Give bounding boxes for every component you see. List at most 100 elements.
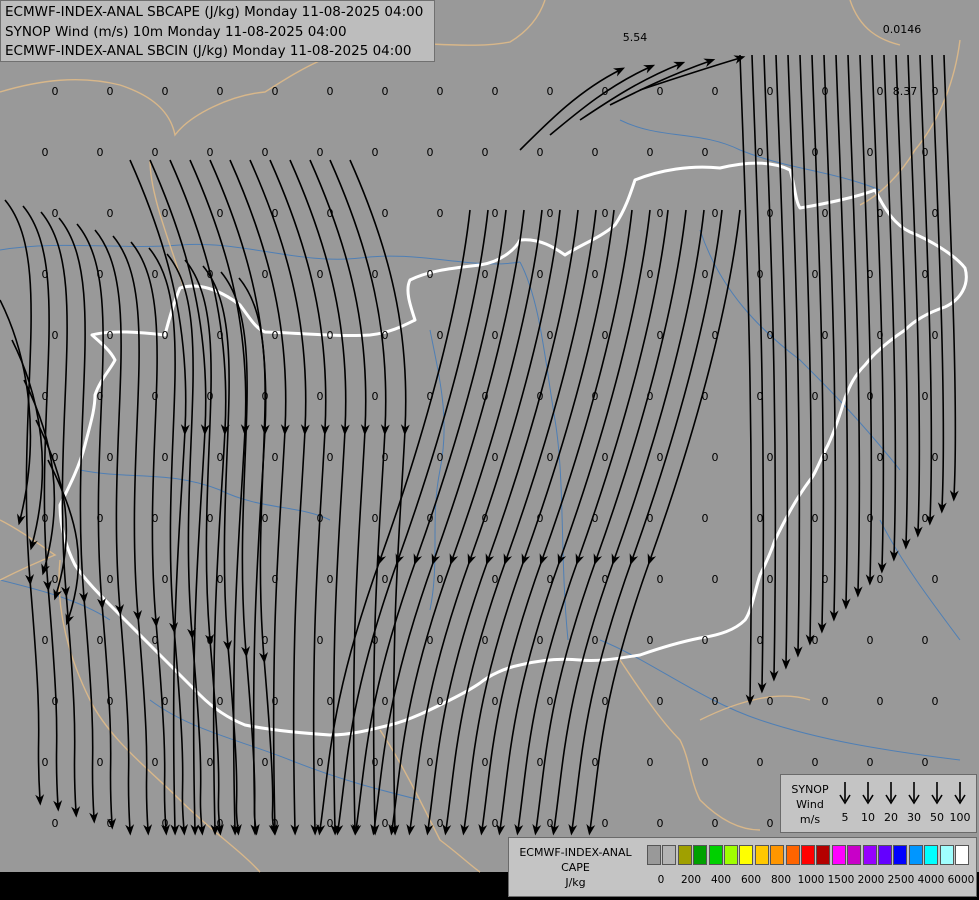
cin-value: 0 bbox=[272, 207, 279, 220]
cin-value: 0 bbox=[767, 695, 774, 708]
cape-swatch bbox=[724, 845, 738, 865]
cin-value: 0 bbox=[42, 634, 49, 647]
cin-value: 0 bbox=[602, 329, 609, 342]
cin-value: 0 bbox=[492, 85, 499, 98]
cape-tick: 4000 bbox=[917, 874, 945, 886]
cin-value: 0 bbox=[647, 390, 654, 403]
cin-value: 0 bbox=[107, 573, 114, 586]
cin-value: 0 bbox=[702, 390, 709, 403]
cin-value: 0 bbox=[922, 146, 929, 159]
cin-value: 0 bbox=[97, 390, 104, 403]
cin-value: 0 bbox=[712, 329, 719, 342]
cin-value: 0 bbox=[492, 817, 499, 830]
cin-value: 0 bbox=[217, 207, 224, 220]
cin-value: 0 bbox=[922, 512, 929, 525]
cin-value: 0 bbox=[427, 634, 434, 647]
cin-value: 0 bbox=[152, 268, 159, 281]
cin-value: 0 bbox=[702, 634, 709, 647]
cin-value: 0 bbox=[217, 451, 224, 464]
cin-value: 0 bbox=[712, 817, 719, 830]
cin-value: 0 bbox=[657, 85, 664, 98]
cin-value: 0 bbox=[437, 451, 444, 464]
cin-value: 0 bbox=[317, 756, 324, 769]
cin-value: 0 bbox=[592, 634, 599, 647]
cin-value: 0 bbox=[537, 146, 544, 159]
cin-value: 0 bbox=[877, 85, 884, 98]
cin-value: 0 bbox=[602, 451, 609, 464]
cin-value: 0 bbox=[812, 390, 819, 403]
cin-value: 0 bbox=[537, 268, 544, 281]
cin-value: 0 bbox=[767, 85, 774, 98]
cin-value: 0 bbox=[812, 146, 819, 159]
wind-legend-title-2: Wind bbox=[796, 798, 824, 811]
cin-value: 0 bbox=[107, 451, 114, 464]
cape-tick: 600 bbox=[740, 874, 762, 886]
wind-legend-title-3: m/s bbox=[799, 813, 821, 826]
cin-value: 0 bbox=[272, 573, 279, 586]
cin-value: 0 bbox=[262, 512, 269, 525]
cin-value: 0 bbox=[52, 695, 59, 708]
cin-value: 0 bbox=[207, 512, 214, 525]
cin-value: 0 bbox=[657, 573, 664, 586]
cin-value: 0 bbox=[922, 634, 929, 647]
wind-legend-speed: 10 bbox=[861, 811, 875, 824]
cin-value: 0 bbox=[427, 268, 434, 281]
cape-tick: 200 bbox=[680, 874, 702, 886]
cin-value: 0 bbox=[317, 512, 324, 525]
cape-tick: 0 bbox=[657, 874, 665, 886]
cin-value: 0 bbox=[382, 329, 389, 342]
cin-value: 0 bbox=[317, 390, 324, 403]
cin-value: 0 bbox=[272, 85, 279, 98]
cin-value: 0 bbox=[492, 207, 499, 220]
wind-legend-speed: 50 bbox=[930, 811, 944, 824]
cin-value: 0 bbox=[327, 573, 334, 586]
cin-value-special: 5.54 bbox=[623, 31, 648, 44]
cin-value: 0 bbox=[537, 390, 544, 403]
cin-value: 0 bbox=[877, 207, 884, 220]
cin-value: 0 bbox=[272, 695, 279, 708]
cin-value: 0 bbox=[107, 817, 114, 830]
cin-value: 0 bbox=[757, 512, 764, 525]
title-cin: ECMWF-INDEX-ANAL SBCIN (J/kg) Monday 11-… bbox=[5, 43, 412, 59]
cape-swatch bbox=[847, 845, 862, 865]
title-wind: SYNOP Wind (m/s) 10m Monday 11-08-2025 0… bbox=[5, 24, 347, 40]
cape-swatch bbox=[647, 845, 661, 865]
cin-value: 0 bbox=[437, 85, 444, 98]
cape-swatch bbox=[677, 845, 692, 865]
wind-legend-speed: 100 bbox=[949, 811, 971, 824]
cin-value: 0 bbox=[482, 512, 489, 525]
cin-value: 0 bbox=[482, 268, 489, 281]
cin-value: 0 bbox=[382, 85, 389, 98]
cin-value: 0 bbox=[162, 207, 169, 220]
cin-value: 0 bbox=[207, 268, 214, 281]
cin-value: 0 bbox=[482, 390, 489, 403]
cin-value: 0 bbox=[52, 329, 59, 342]
cin-value: 0 bbox=[922, 756, 929, 769]
cin-value: 0 bbox=[932, 695, 939, 708]
cape-tick: 2500 bbox=[887, 874, 915, 886]
cin-value: 0 bbox=[97, 146, 104, 159]
cin-value: 0 bbox=[602, 695, 609, 708]
cin-value: 0 bbox=[602, 817, 609, 830]
cin-value: 0 bbox=[647, 512, 654, 525]
cin-value: 0 bbox=[712, 573, 719, 586]
cape-legend-title-3: J/kg bbox=[565, 876, 586, 889]
cin-value: 0 bbox=[52, 817, 59, 830]
wind-legend-speed: 30 bbox=[907, 811, 921, 824]
cape-swatch bbox=[801, 845, 815, 865]
cin-value: 0 bbox=[207, 390, 214, 403]
cin-value: 0 bbox=[382, 817, 389, 830]
cin-value: 0 bbox=[162, 451, 169, 464]
cape-swatch bbox=[908, 845, 923, 865]
cin-value: 0 bbox=[547, 85, 554, 98]
cin-value: 0 bbox=[547, 207, 554, 220]
cin-value: 0 bbox=[52, 207, 59, 220]
cin-value: 0 bbox=[372, 756, 379, 769]
cape-legend-title-2: CAPE bbox=[561, 861, 590, 874]
cin-value: 0 bbox=[382, 573, 389, 586]
cin-value: 0 bbox=[492, 573, 499, 586]
cin-value: 0 bbox=[262, 634, 269, 647]
cin-value: 0 bbox=[757, 756, 764, 769]
cin-value: 0 bbox=[427, 390, 434, 403]
cin-value: 0 bbox=[217, 329, 224, 342]
